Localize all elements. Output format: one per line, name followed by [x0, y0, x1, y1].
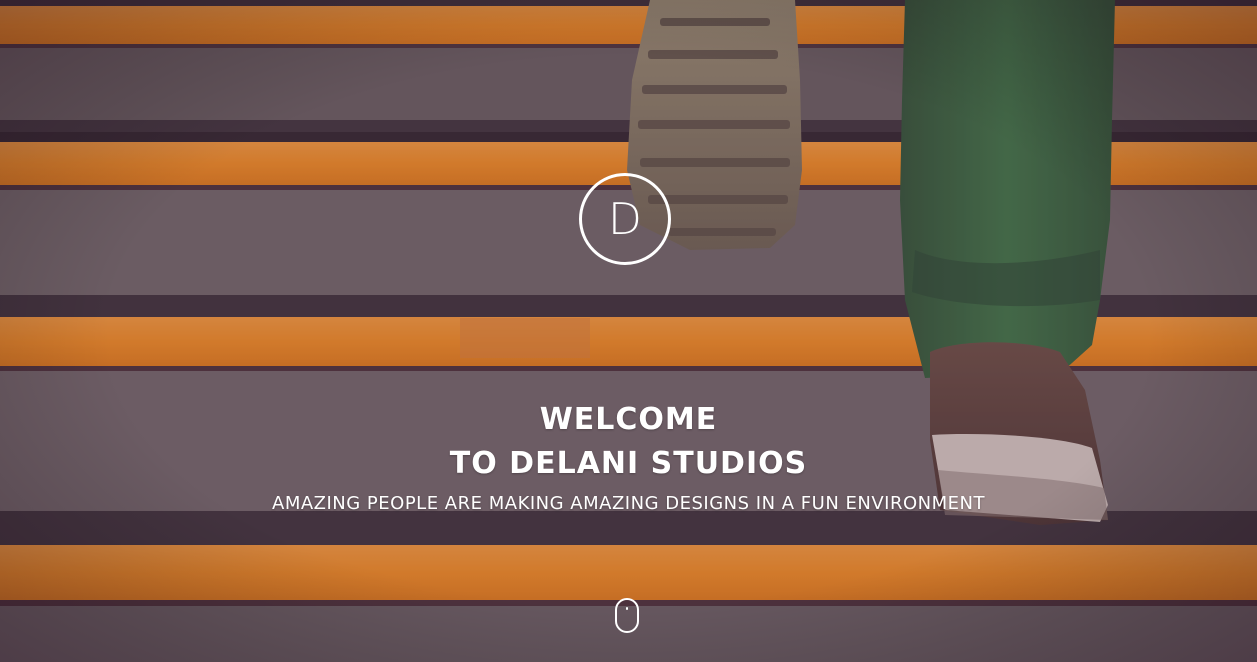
hero-section: D WELCOME TO DELANI STUDIOS AMAZING PEOP…	[0, 0, 1257, 662]
logo-circle[interactable]: D	[579, 173, 671, 265]
headline-line-1: WELCOME	[539, 402, 718, 437]
headline-line-2: TO DELANI STUDIOS	[449, 446, 808, 481]
hero-headline: WELCOME TO DELANI STUDIOS	[0, 398, 1257, 486]
hero-tagline: AMAZING PEOPLE ARE MAKING AMAZING DESIGN…	[272, 493, 985, 514]
mouse-scroll-icon[interactable]	[615, 598, 639, 633]
hero-background-image	[0, 0, 1257, 662]
mouse-wheel-dot	[626, 607, 628, 610]
logo-letter: D	[608, 194, 642, 245]
